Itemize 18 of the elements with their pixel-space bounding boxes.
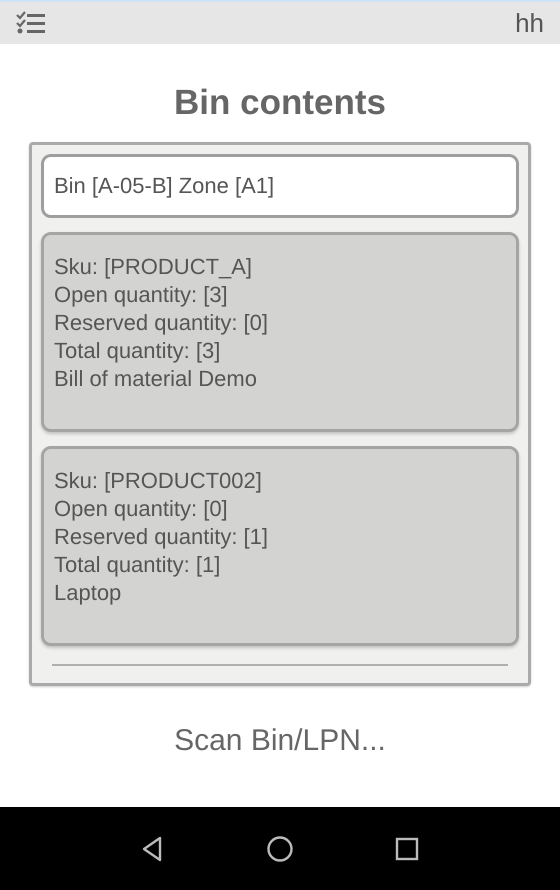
checklist-icon[interactable] [16, 11, 46, 35]
item-detail: Sku: [PRODUCT002] [54, 467, 263, 495]
page-title: Bin contents [174, 82, 386, 124]
item-card[interactable]: Sku: [PRODUCT_A] Open quantity: [3] Reserved quantity: [0] Total quantity: [3] Bill of material Demo [41, 232, 519, 432]
item-detail: Open quantity: [3] [54, 281, 229, 309]
item-detail: Laptop [54, 579, 122, 607]
user-name: hh [515, 8, 544, 38]
item-detail: Total quantity: [3] [54, 337, 222, 365]
item-detail: Sku: [PRODUCT_A] [54, 253, 254, 281]
item-detail: Total quantity: [1] [54, 551, 222, 579]
scan-prompt: Scan Bin/LPN... [174, 724, 386, 758]
item-detail: Bill of material Demo [54, 365, 258, 393]
item-detail: Reserved quantity: [0] [54, 309, 270, 337]
item-card[interactable]: Sku: [PRODUCT002] Open quantity: [0] Reserved quantity: [1] Total quantity: [1] Laptop [41, 446, 519, 646]
item-detail: Reserved quantity: [1] [54, 523, 270, 551]
bin-header: Bin [A-05-B] Zone [A1] [41, 154, 519, 218]
home-icon[interactable] [266, 834, 294, 862]
item-detail: Open quantity: [0] [54, 495, 229, 523]
